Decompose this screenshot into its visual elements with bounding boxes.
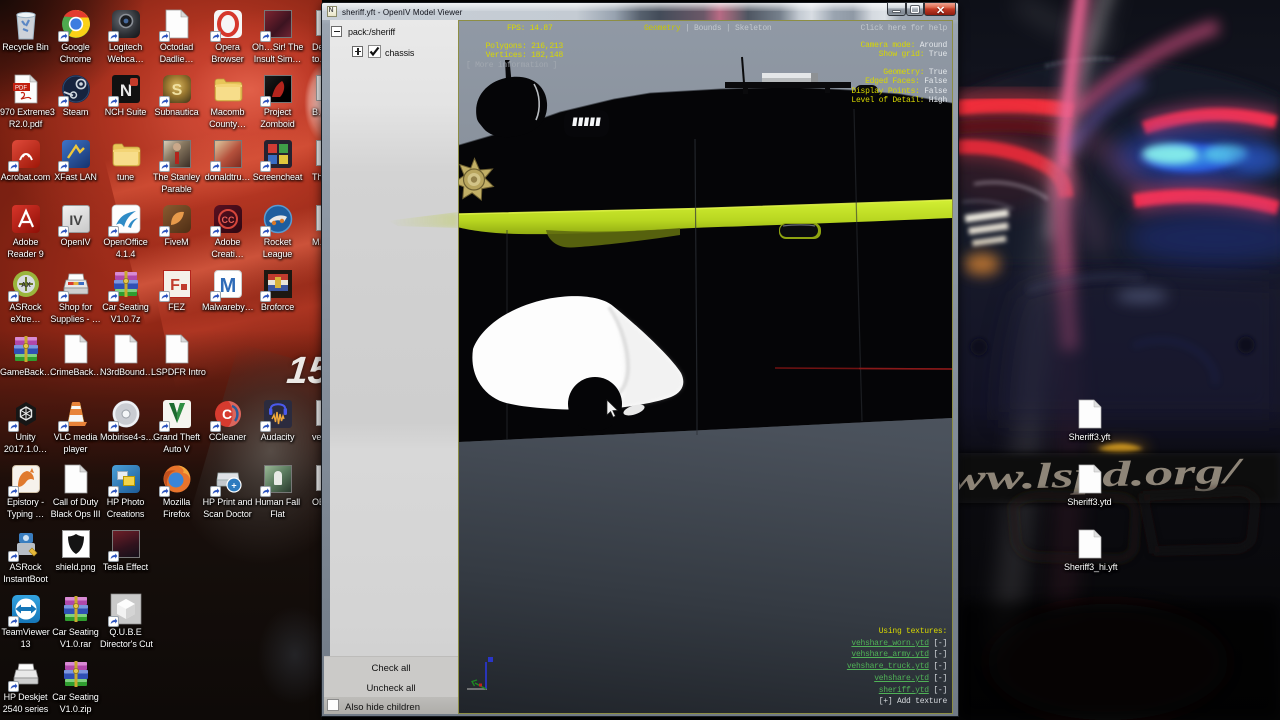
svg-text:AX: AX <box>21 282 31 289</box>
svg-text:F: F <box>170 277 180 294</box>
svg-text:CC: CC <box>221 215 234 225</box>
svg-text:PDF: PDF <box>15 86 27 92</box>
svg-text:C: C <box>221 406 231 422</box>
svg-text:M: M <box>219 275 236 297</box>
svg-text:IV: IV <box>69 212 83 228</box>
svg-text:S: S <box>171 82 182 99</box>
svg-text:+: + <box>231 481 236 491</box>
